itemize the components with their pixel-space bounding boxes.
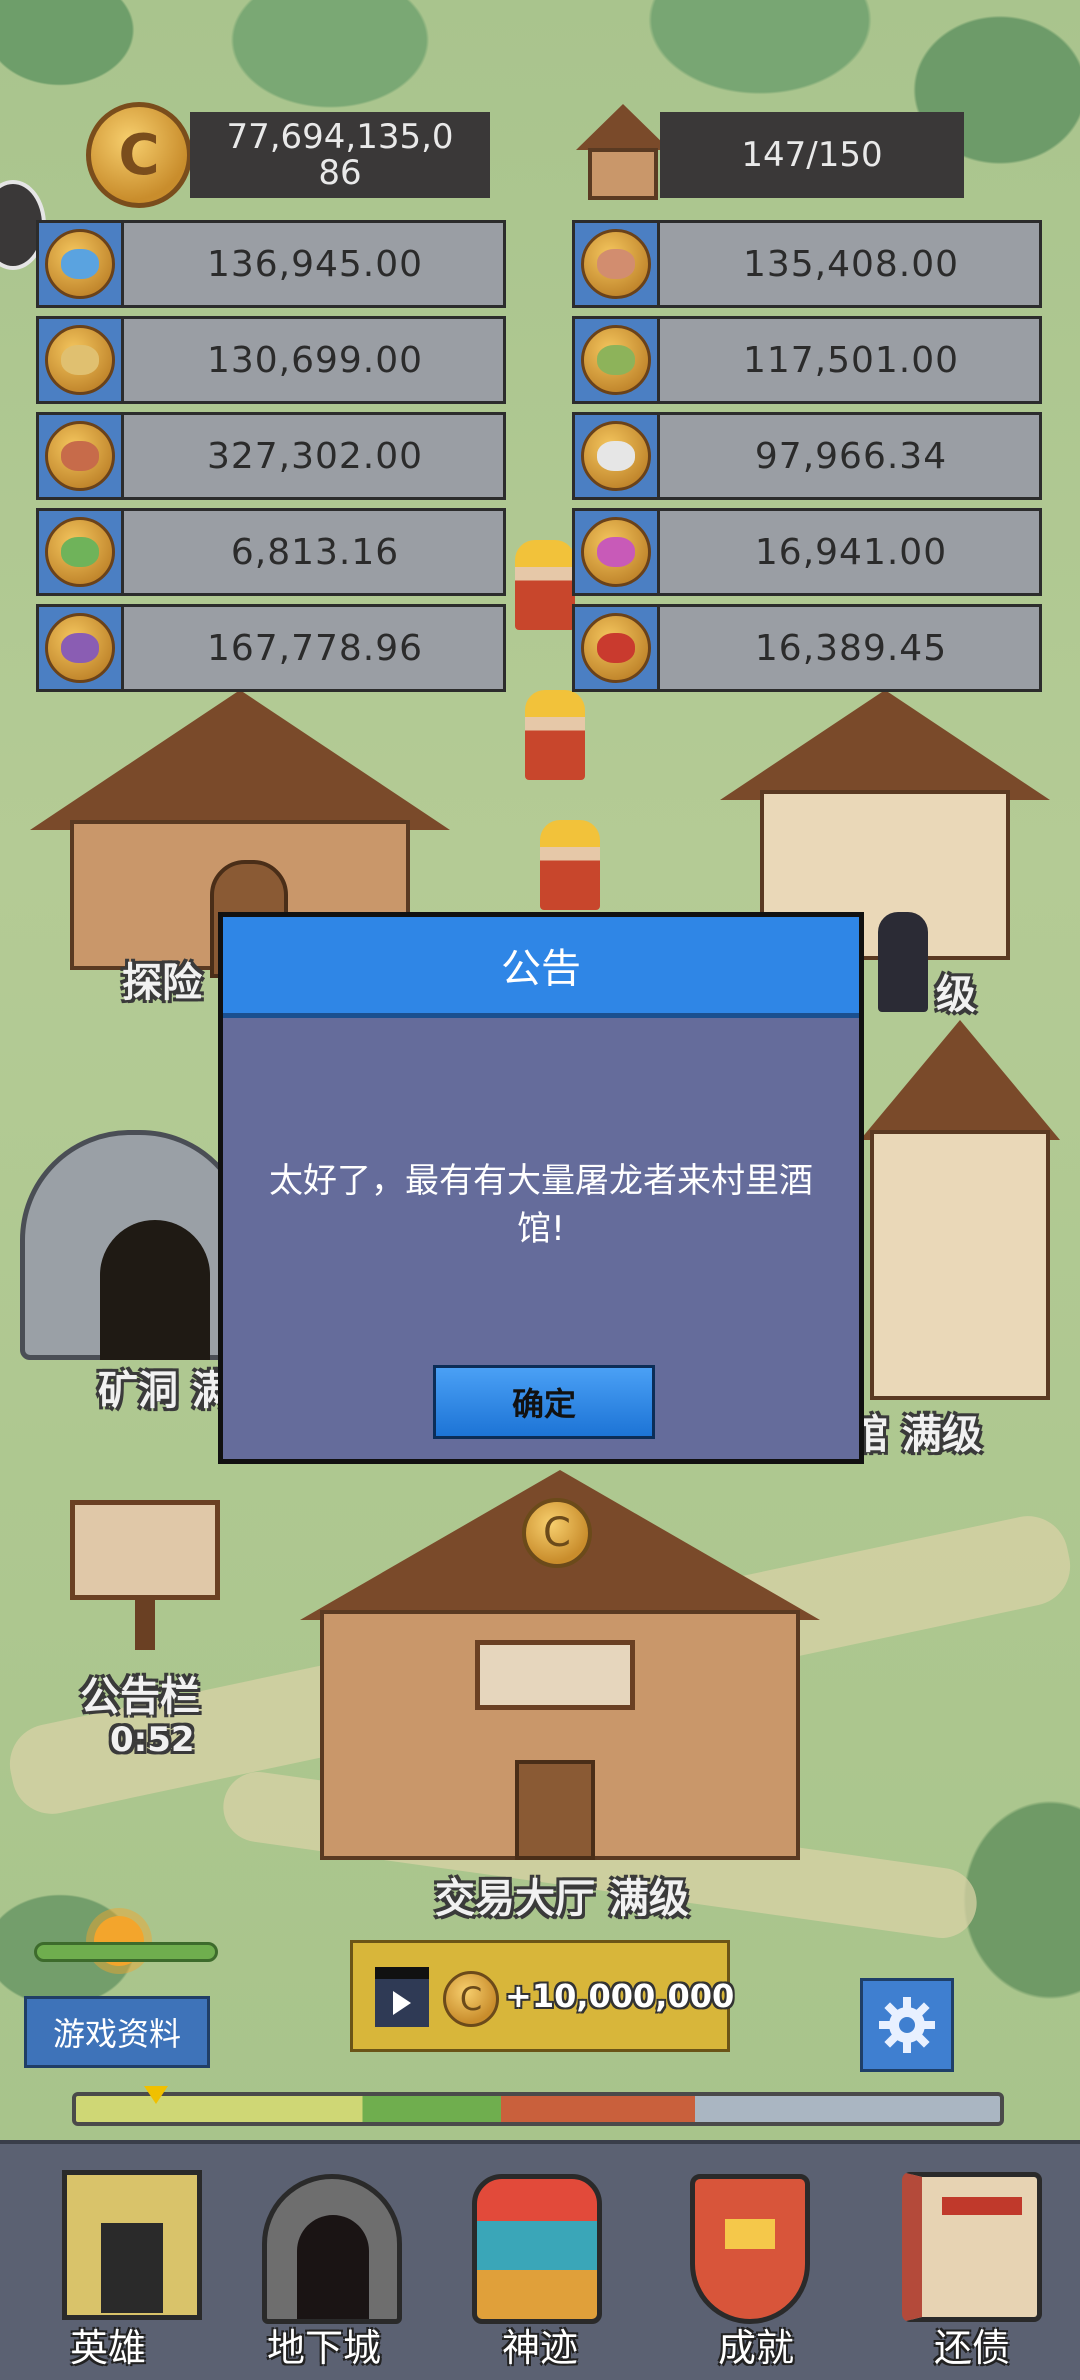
resource-value: 117,501.00 [742,339,960,381]
resource-badge [572,604,660,692]
gear-icon [879,1997,935,2053]
dialog-title: 公告 [223,917,859,1018]
resource-panel: 327,302.00 [36,412,506,500]
bottom-navigation: 英雄 地下城 神迹 成就 还债 [0,2140,1080,2380]
nav-repay-debt[interactable]: 还债 [864,2144,1080,2380]
tavern-label: 馆 满级 [848,1412,982,1458]
adventure-roof [30,690,450,830]
house-population-icon [576,104,670,200]
tavern-wall [870,1130,1050,1400]
settings-button[interactable] [860,1978,954,2072]
hero-sprite [540,820,600,910]
resource-value: 327,302.00 [206,435,424,477]
resource-value: 136,945.00 [206,243,424,285]
nav-dungeon[interactable]: 地下城 [216,2144,432,2380]
ninja-sprite [878,912,928,1012]
nav-achievements-label: 成就 [717,2326,794,2370]
progress-marker-icon [144,2086,168,2104]
resource-value: 16,389.45 [754,627,948,669]
dungeon-gate-icon [262,2174,402,2324]
population-count: 147/150 [660,112,964,198]
resource-panel: 135,408.00 [572,220,1042,308]
resource-value: 16,941.00 [754,531,948,573]
trade-hall-building[interactable]: C [300,1470,820,1870]
resource-value: 167,778.96 [206,627,424,669]
mine-label: 矿洞 满 [98,1368,232,1414]
nav-heroes-label: 英雄 [69,2326,146,2370]
resource-panel: 117,501.00 [572,316,1042,404]
resource-panel: 97,966.34 [572,412,1042,500]
resource-value: 6,813.16 [230,531,400,573]
watch-video-reward-button[interactable]: C +10,000,000 [350,1940,735,2052]
zombie-coin-icon [597,249,635,279]
notice-board-sign [70,1500,220,1600]
red-beast-coin-icon [61,441,99,471]
ledger-book-icon [902,2172,1042,2322]
resource-value: 135,408.00 [742,243,960,285]
right-house-roof [720,690,1050,800]
resource-badge [572,508,660,596]
nav-achievements[interactable]: 成就 [648,2144,864,2380]
resource-value: 130,699.00 [206,339,424,381]
coin-icon: C [443,1971,499,2027]
resource-value: 97,966.34 [754,435,948,477]
dragon-coin-icon [597,633,635,663]
resource-badge [572,316,660,404]
notice-board-label: 公告栏 [80,1674,200,1720]
resource-panel: 16,941.00 [572,508,1042,596]
resource-panel: 16,389.45 [572,604,1042,692]
resource-badge [572,220,660,308]
orc-coin-icon [597,345,635,375]
notice-board[interactable] [70,1490,220,1650]
season-progress-bar [72,2092,1004,2126]
gold-amount: 77,694,135,0 86 [190,112,490,198]
hero-sprite [525,690,585,780]
resource-badge [572,412,660,500]
announcement-dialog: 公告 太好了，最有有大量屠龙者来村里酒馆! 确定 [218,912,864,1464]
resource-badge [36,220,124,308]
adventure-label: 探险 [122,960,202,1006]
resource-badge [36,412,124,500]
crown-shield-icon [690,2174,810,2324]
skull-coin-icon [61,345,99,375]
mine-entrance [100,1220,210,1360]
gold-coin-icon: C [86,102,192,208]
nav-miracle-label: 神迹 [501,2326,578,2370]
mine-building[interactable] [20,1110,250,1360]
nav-dungeon-label: 地下城 [266,2326,381,2370]
blue-slime-coin-icon [61,249,99,279]
notice-board-post [135,1600,155,1650]
confirm-button[interactable]: 确定 [433,1365,655,1439]
right-house-label: 级 [936,972,976,1018]
clapperboard-icon [375,1967,429,2027]
resource-panel: 6,813.16 [36,508,506,596]
notice-board-timer: 0:52 [110,1720,195,1760]
resource-panel: 130,699.00 [36,316,506,404]
nav-miracle[interactable]: 神迹 [432,2144,648,2380]
purple-bat-coin-icon [61,633,99,663]
trade-hall-sign [475,1640,635,1710]
trade-hall-door [515,1760,595,1860]
tavern-building[interactable] [860,1020,1060,1400]
trade-hall-coin-icon: C [522,1498,592,1568]
dialog-message: 太好了，最有有大量屠龙者来村里酒馆! [269,1161,813,1249]
resource-panel: 167,778.96 [36,604,506,692]
hero-sprite [515,540,575,630]
game-info-button[interactable]: 游戏资料 [24,1996,210,2068]
castle-tower-icon [62,2170,202,2320]
resource-badge [36,604,124,692]
green-goblin-coin-icon [61,537,99,567]
nav-heroes[interactable]: 英雄 [0,2144,216,2380]
tavern-roof [860,1020,1060,1140]
nav-repay-debt-label: 还债 [933,2326,1010,2370]
resource-badge [36,316,124,404]
trade-hall-label: 交易大厅 满级 [435,1876,689,1922]
video-reward-amount: +10,000,000 [505,1977,735,2015]
wolf-coin-icon [597,441,635,471]
resource-badge [36,508,124,596]
mushroom-coin-icon [597,537,635,567]
totem-statue-icon [472,2174,602,2324]
day-cycle-bar [34,1942,218,1962]
resource-panel: 136,945.00 [36,220,506,308]
